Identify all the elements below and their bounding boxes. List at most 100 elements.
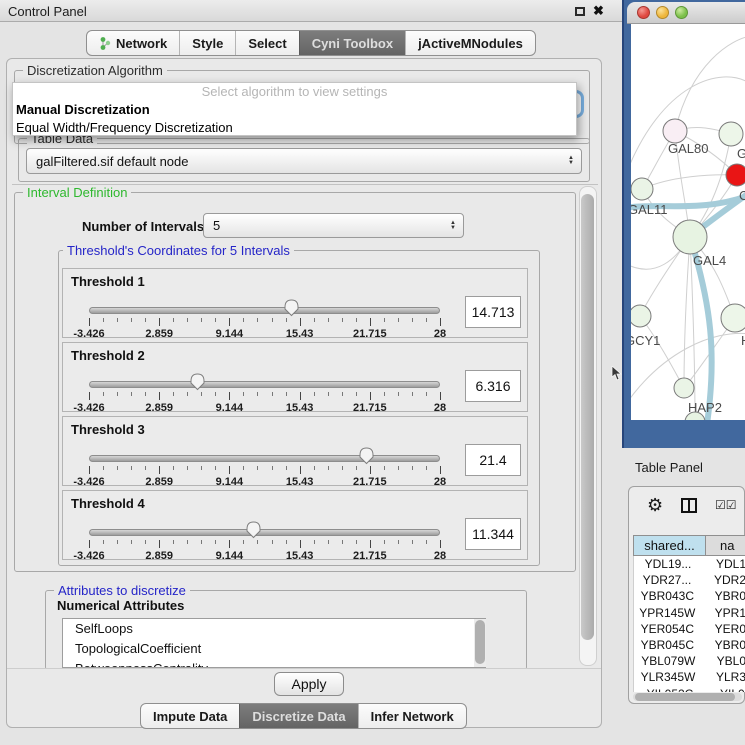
attribute-list-item[interactable]: TopologicalCoefficient — [63, 639, 485, 659]
table-cell-name[interactable]: YER0 — [701, 621, 745, 637]
tick-mark — [159, 318, 160, 326]
table-row[interactable]: YIL052CYIL0 — [634, 686, 745, 693]
algorithm-option[interactable]: Equal Width/Frequency Discretization — [13, 119, 576, 137]
table-row[interactable]: YER054CYER0 — [634, 621, 745, 637]
gear-icon[interactable]: ⚙ — [647, 495, 663, 516]
number-of-intervals-combobox[interactable]: 5 ▲▼ — [203, 213, 464, 238]
network-node-c[interactable] — [726, 164, 745, 186]
tick-mark — [229, 318, 230, 326]
table-cell-name[interactable]: YBL0 — [703, 653, 745, 669]
algorithm-popup-prompt[interactable]: Select algorithm to view settings — [13, 83, 576, 101]
slider-thumb[interactable] — [189, 372, 206, 391]
checkboxes-icon[interactable]: ☑☑ — [715, 498, 737, 512]
table-cell-name[interactable]: YLR3 — [702, 669, 745, 685]
slider-thumb[interactable] — [283, 298, 300, 317]
tick-mark — [328, 466, 329, 470]
table-cell-name[interactable]: YPR1 — [701, 605, 745, 621]
tab-cyni-toolbox[interactable]: Cyni Toolbox — [299, 31, 405, 55]
table-row[interactable]: YDR27...YDR2 — [634, 572, 745, 588]
table-cell-shared-name[interactable]: YLR345W — [634, 669, 702, 685]
slider-track[interactable] — [89, 307, 440, 314]
table-header-name[interactable]: na — [706, 536, 745, 555]
algorithm-option[interactable]: Manual Discretization — [13, 101, 576, 119]
scale-label: -3.426 — [73, 402, 104, 414]
table-row[interactable]: YBR043CYBR0 — [634, 588, 745, 604]
table-cell-shared-name[interactable]: YPR145W — [634, 605, 701, 621]
table-cell-shared-name[interactable]: YIL052C — [634, 686, 706, 693]
close-icon[interactable]: ✖ — [593, 3, 604, 19]
table-row[interactable]: YLR345WYLR3 — [634, 669, 745, 685]
table-cell-shared-name[interactable]: YBR045C — [634, 637, 701, 653]
threshold-value-box[interactable]: 11.344 — [465, 518, 521, 550]
table-cell-name[interactable]: YBR0 — [701, 637, 745, 653]
threshold-value-box[interactable]: 14.713 — [465, 296, 521, 328]
network-node-ga[interactable] — [719, 122, 743, 146]
network-node-h[interactable] — [721, 304, 745, 332]
table-cell-name[interactable]: YIL0 — [706, 686, 745, 693]
tick-mark — [243, 392, 244, 396]
scale-label: 9.144 — [216, 476, 244, 488]
network-node-gal4[interactable] — [673, 220, 707, 254]
table-cell-name[interactable]: YDL1 — [702, 556, 745, 572]
threshold-label: Threshold 2 — [71, 348, 145, 363]
tab-infer-network[interactable]: Infer Network — [358, 704, 466, 728]
table-row[interactable]: YPR145WYPR1 — [634, 605, 745, 621]
slider-track[interactable] — [89, 529, 440, 536]
table-row[interactable]: YBL079WYBL0 — [634, 653, 745, 669]
table-cell-shared-name[interactable]: YBL079W — [634, 653, 703, 669]
threshold-value-box[interactable]: 6.316 — [465, 370, 521, 402]
tick-mark — [159, 540, 160, 548]
table-cell-name[interactable]: YBR0 — [701, 588, 745, 604]
tab-discretize-data[interactable]: Discretize Data — [239, 704, 357, 728]
scale-label: -3.426 — [73, 328, 104, 340]
tab-style[interactable]: Style — [179, 31, 235, 55]
network-edge — [640, 316, 684, 388]
columns-icon[interactable] — [681, 498, 697, 513]
attributes-scrollbar-thumb[interactable] — [475, 620, 485, 664]
tab-network[interactable]: Network — [87, 31, 179, 55]
table-data-combobox[interactable]: galFiltered.sif default node ▲▼ — [26, 148, 582, 174]
slider-track[interactable] — [89, 455, 440, 462]
tab-label: Discretize Data — [252, 709, 345, 724]
table-cell-name[interactable]: YDR2 — [700, 572, 745, 588]
close-traffic-light[interactable] — [637, 6, 650, 19]
network-canvas[interactable]: GAL80GACGAL11GAL4GCY1HHAP2 — [631, 24, 745, 420]
tab-select[interactable]: Select — [235, 31, 298, 55]
number-of-intervals-value: 5 — [213, 218, 220, 233]
tick-mark — [314, 318, 315, 322]
minimize-traffic-light[interactable] — [656, 6, 669, 19]
float-window-icon[interactable] — [575, 7, 585, 16]
network-node-gal80[interactable] — [663, 119, 687, 143]
numerical-attributes-list[interactable]: SelfLoopsTopologicalCoefficientBetweenne… — [62, 618, 486, 668]
slider-track[interactable] — [89, 381, 440, 388]
zoom-traffic-light[interactable] — [675, 6, 688, 19]
tab-impute-data[interactable]: Impute Data — [141, 704, 239, 728]
table-cell-shared-name[interactable]: YDR27... — [634, 572, 700, 588]
apply-button[interactable]: Apply — [274, 672, 344, 696]
tick-mark — [398, 540, 399, 544]
network-node-gcy1[interactable] — [631, 305, 651, 327]
main-vertical-scrollbar-thumb[interactable] — [581, 194, 594, 640]
table-hscrollbar-thumb[interactable] — [635, 693, 735, 701]
attribute-list-item[interactable]: SelfLoops — [63, 619, 485, 639]
table-cell-shared-name[interactable]: YER054C — [634, 621, 701, 637]
interval-definition-group-title: Interval Definition — [23, 185, 131, 200]
attribute-list-item[interactable]: BetweennessCentrality — [63, 659, 485, 668]
tab-jactivemnodules[interactable]: jActiveMNodules — [405, 31, 535, 55]
tick-mark — [398, 392, 399, 396]
network-node-hap2[interactable] — [674, 378, 694, 398]
table-row[interactable]: YDL19...YDL1 — [634, 556, 745, 572]
slider-thumb[interactable] — [358, 446, 375, 465]
table-row[interactable]: YBR045CYBR0 — [634, 637, 745, 653]
tick-mark — [440, 466, 441, 474]
table-cell-shared-name[interactable]: YBR043C — [634, 588, 701, 604]
tick-mark — [342, 318, 343, 322]
tick-mark — [131, 392, 132, 396]
slider-thumb[interactable] — [245, 520, 262, 539]
table-cell-shared-name[interactable]: YDL19... — [634, 556, 702, 572]
network-node-gal11[interactable] — [631, 178, 653, 200]
threshold-value-box[interactable]: 21.4 — [465, 444, 521, 476]
attributes-scrollbar-track[interactable] — [474, 619, 486, 667]
table-header-shared[interactable]: shared... — [634, 536, 706, 555]
table-hscrollbar-track[interactable] — [633, 693, 742, 701]
